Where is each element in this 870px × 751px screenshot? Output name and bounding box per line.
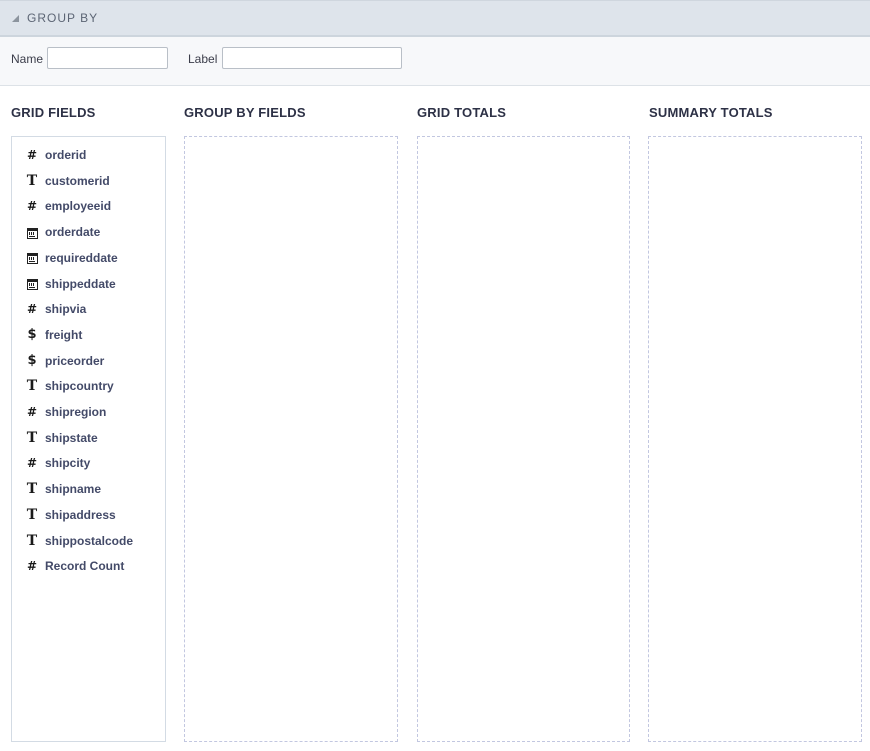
text-icon: T (26, 481, 38, 498)
field-item[interactable]: # shipregion (25, 402, 106, 422)
field-label: shipname (45, 482, 102, 497)
field-item[interactable]: requireddate (25, 248, 118, 268)
text-icon: T (26, 378, 38, 395)
grid-totals-title: GRID TOTALS (417, 105, 507, 120)
name-label-form: Name Label (0, 37, 870, 86)
calendar-icon (25, 251, 39, 265)
grid-fields-list[interactable]: # orderid Tcustomerid # employeeid orderdate r… (11, 136, 166, 742)
name-label: Name (11, 52, 44, 66)
dollar-icon: $ (27, 327, 37, 343)
text-icon: T (26, 506, 38, 523)
field-item[interactable]: # shipcity (25, 453, 90, 473)
field-label: shipcity (45, 456, 91, 471)
field-label: freight (45, 327, 83, 342)
group-by-fields-dropzone[interactable] (184, 136, 398, 742)
name-input[interactable] (47, 47, 168, 69)
calendar-icon (25, 225, 39, 239)
field-label: employeeid (45, 199, 112, 214)
group-by-fields-title: GROUP BY FIELDS (184, 105, 306, 120)
field-label: shippostalcode (45, 533, 134, 548)
field-item[interactable]: # shipvia (25, 299, 86, 319)
hash-icon: # (26, 199, 38, 214)
text-icon: T (26, 429, 38, 446)
field-label: orderid (45, 148, 87, 162)
hash-icon: # (26, 559, 38, 574)
field-item[interactable]: Tshipstate (25, 428, 98, 448)
summary-totals-title: SUMMARY TOTALS (649, 105, 773, 120)
field-item[interactable]: Tshippostalcode (25, 531, 133, 551)
field-label: shippeddate (45, 276, 116, 291)
field-label: shipaddress (45, 507, 116, 522)
field-item[interactable]: # employeeid (25, 196, 111, 216)
field-item[interactable]: orderdate (25, 222, 100, 242)
label-label: Label (188, 52, 218, 66)
field-item[interactable]: Tshipaddress (25, 505, 116, 525)
hash-icon: # (26, 405, 38, 419)
hash-icon: # (26, 302, 38, 317)
group-by-header[interactable]: GROUP BY (0, 0, 870, 37)
dollar-icon: $ (27, 353, 37, 369)
field-item[interactable]: Tcustomerid (25, 171, 110, 191)
field-label: requireddate (45, 250, 118, 265)
field-item[interactable]: $ freight (25, 325, 82, 345)
hash-icon: # (26, 148, 38, 162)
section-title: GROUP BY (27, 11, 99, 25)
field-item[interactable]: $ priceorder (25, 351, 104, 371)
field-label: shipstate (45, 430, 98, 445)
field-item[interactable]: shippeddate (25, 274, 116, 294)
calendar-icon (25, 277, 39, 291)
hash-icon: # (26, 456, 38, 471)
summary-totals-dropzone[interactable] (648, 136, 862, 742)
label-input[interactable] (222, 47, 402, 69)
field-item[interactable]: Tshipname (25, 479, 101, 499)
grid-fields-title: GRID FIELDS (11, 105, 96, 120)
text-icon: T (26, 172, 38, 189)
text-icon: T (26, 532, 38, 549)
field-label: Record Count (45, 559, 125, 574)
field-label: priceorder (45, 353, 105, 368)
field-item[interactable]: # Record Count (25, 556, 124, 576)
field-item[interactable]: Tshipcountry (25, 376, 114, 396)
field-label: shipregion (45, 405, 107, 419)
field-label: shipcountry (45, 379, 114, 394)
collapse-triangle-icon[interactable] (12, 15, 19, 22)
field-label: customerid (45, 173, 110, 188)
field-item[interactable]: # orderid (25, 145, 86, 165)
grid-totals-dropzone[interactable] (417, 136, 630, 742)
field-label: orderdate (45, 225, 101, 240)
field-label: shipvia (45, 302, 87, 317)
